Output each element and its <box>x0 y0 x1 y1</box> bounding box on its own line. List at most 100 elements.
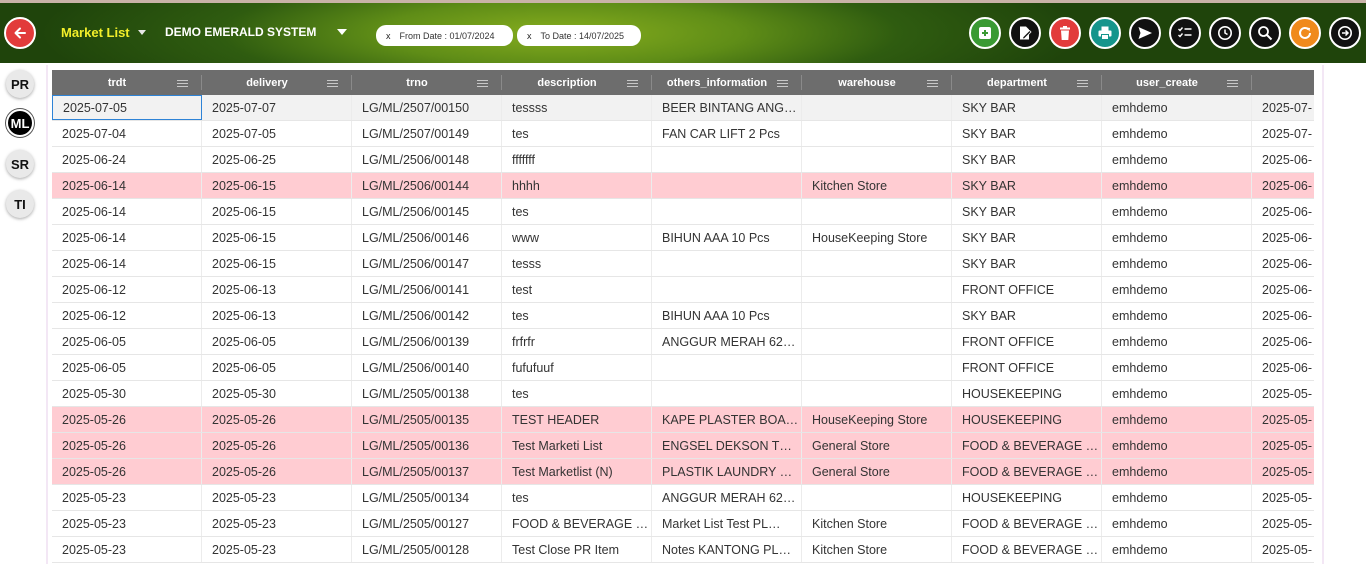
table-cell-delivery[interactable]: 2025-05-26 <box>202 459 352 484</box>
table-row[interactable]: 2025-06-05 2025-06-05 LG/ML/2506/00140 fufu… <box>52 355 1314 381</box>
table-cell-extra[interactable]: 2025-06- <box>1252 303 1314 328</box>
table-row[interactable]: 2025-05-26 2025-05-26 LG/ML/2505/00135 TEST… <box>52 407 1314 433</box>
table-cell-description[interactable]: Test Marketlist (N) <box>502 459 652 484</box>
table-cell-delivery[interactable]: 2025-06-05 <box>202 355 352 380</box>
table-cell-extra[interactable]: 2025-05- <box>1252 459 1314 484</box>
nav-ti[interactable]: TI <box>6 190 34 218</box>
table-cell-extra[interactable]: 2025-05- <box>1252 433 1314 458</box>
table-cell-others_information[interactable]: KAPE PLASTER BOA… <box>652 407 802 432</box>
column-menu-icon[interactable] <box>1077 80 1088 87</box>
table-cell-trno[interactable]: LG/ML/2505/00138 <box>352 381 502 406</box>
remove-filter-icon[interactable]: x <box>386 31 391 41</box>
table-cell-extra[interactable]: 2025-06- <box>1252 329 1314 354</box>
nav-ml[interactable]: ML <box>6 109 34 137</box>
table-cell-extra[interactable]: 2025-06- <box>1252 251 1314 276</box>
table-cell-warehouse[interactable]: General Store <box>802 459 952 484</box>
table-cell-department[interactable]: FOOD & BEVERAGE … <box>952 459 1102 484</box>
table-cell-delivery[interactable]: 2025-06-15 <box>202 225 352 250</box>
table-cell-warehouse[interactable]: HouseKeeping Store <box>802 407 952 432</box>
table-cell-trno[interactable]: LG/ML/2506/00147 <box>352 251 502 276</box>
table-cell-department[interactable]: FRONT OFFICE <box>952 277 1102 302</box>
table-row[interactable]: 2025-05-30 2025-05-30 LG/ML/2505/00138 tes H… <box>52 381 1314 407</box>
table-cell-others_information[interactable]: PLASTIK LAUNDRY … <box>652 459 802 484</box>
table-cell-department[interactable]: FOOD & BEVERAGE … <box>952 511 1102 536</box>
column-header-trno[interactable]: trno <box>352 70 502 95</box>
table-cell-trno[interactable]: LG/ML/2506/00145 <box>352 199 502 224</box>
table-cell-extra[interactable]: 2025-05- <box>1252 381 1314 406</box>
table-cell-others_information[interactable]: Market List Test PL… <box>652 511 802 536</box>
table-cell-trdt[interactable]: 2025-05-23 <box>52 485 202 510</box>
column-menu-icon[interactable] <box>927 80 938 87</box>
table-cell-user_create[interactable]: emhdemo <box>1102 433 1252 458</box>
table-cell-trdt[interactable]: 2025-06-14 <box>52 251 202 276</box>
table-row[interactable]: 2025-06-14 2025-06-15 LG/ML/2506/00145 tes S… <box>52 199 1314 225</box>
table-cell-delivery[interactable]: 2025-05-26 <box>202 407 352 432</box>
table-cell-trno[interactable]: LG/ML/2506/00139 <box>352 329 502 354</box>
table-cell-user_create[interactable]: emhdemo <box>1102 355 1252 380</box>
table-cell-description[interactable]: Test Marketi List <box>502 433 652 458</box>
table-cell-trno[interactable]: LG/ML/2505/00137 <box>352 459 502 484</box>
table-cell-extra[interactable]: 2025-05- <box>1252 511 1314 536</box>
table-cell-delivery[interactable]: 2025-06-15 <box>202 251 352 276</box>
table-cell-delivery[interactable]: 2025-05-26 <box>202 433 352 458</box>
table-cell-department[interactable]: HOUSEKEEPING <box>952 381 1102 406</box>
table-cell-others_information[interactable] <box>652 147 802 172</box>
table-cell-delivery[interactable]: 2025-06-13 <box>202 277 352 302</box>
table-cell-trno[interactable]: LG/ML/2506/00146 <box>352 225 502 250</box>
table-cell-extra[interactable]: 2025-06- <box>1252 199 1314 224</box>
table-row[interactable]: 2025-05-26 2025-05-26 LG/ML/2505/00136 Test… <box>52 433 1314 459</box>
table-cell-delivery[interactable]: 2025-05-23 <box>202 537 352 562</box>
table-row[interactable]: 2025-06-12 2025-06-13 LG/ML/2506/00142 tes B… <box>52 303 1314 329</box>
table-cell-department[interactable]: SKY BAR <box>952 303 1102 328</box>
table-cell-description[interactable]: www <box>502 225 652 250</box>
table-cell-trdt[interactable]: 2025-05-23 <box>52 537 202 562</box>
table-cell-warehouse[interactable]: Kitchen Store <box>802 511 952 536</box>
delete-button[interactable] <box>1049 17 1081 49</box>
table-cell-user_create[interactable]: emhdemo <box>1102 485 1252 510</box>
table-cell-trno[interactable]: LG/ML/2506/00142 <box>352 303 502 328</box>
column-header-department[interactable]: department <box>952 70 1102 95</box>
back-button[interactable] <box>4 17 36 49</box>
table-cell-delivery[interactable]: 2025-06-25 <box>202 147 352 172</box>
table-cell-description[interactable]: fffffff <box>502 147 652 172</box>
checklist-button[interactable] <box>1169 17 1201 49</box>
table-cell-department[interactable]: HOUSEKEEPING <box>952 485 1102 510</box>
table-cell-others_information[interactable] <box>652 251 802 276</box>
table-cell-warehouse[interactable]: Kitchen Store <box>802 173 952 198</box>
table-cell-department[interactable]: HOUSEKEEPING <box>952 407 1102 432</box>
table-cell-others_information[interactable] <box>652 355 802 380</box>
table-cell-others_information[interactable]: BIHUN AAA 10 Pcs <box>652 225 802 250</box>
remove-filter-icon[interactable]: x <box>527 31 532 41</box>
table-cell-user_create[interactable]: emhdemo <box>1102 537 1252 562</box>
table-cell-warehouse[interactable]: Kitchen Store <box>802 537 952 562</box>
table-cell-user_create[interactable]: emhdemo <box>1102 121 1252 146</box>
table-cell-user_create[interactable]: emhdemo <box>1102 225 1252 250</box>
table-cell-user_create[interactable]: emhdemo <box>1102 147 1252 172</box>
table-cell-delivery[interactable]: 2025-05-23 <box>202 511 352 536</box>
table-cell-trno[interactable]: LG/ML/2506/00141 <box>352 277 502 302</box>
table-cell-warehouse[interactable] <box>802 95 952 120</box>
column-menu-icon[interactable] <box>327 80 338 87</box>
table-cell-others_information[interactable]: ENGSEL DEKSON T… <box>652 433 802 458</box>
table-cell-trno[interactable]: LG/ML/2506/00144 <box>352 173 502 198</box>
table-cell-warehouse[interactable] <box>802 199 952 224</box>
add-button[interactable] <box>969 17 1001 49</box>
table-cell-description[interactable]: test <box>502 277 652 302</box>
system-selector[interactable]: DEMO EMERALD SYSTEM <box>165 25 347 39</box>
table-cell-trno[interactable]: LG/ML/2505/00134 <box>352 485 502 510</box>
table-cell-user_create[interactable]: emhdemo <box>1102 459 1252 484</box>
table-cell-trdt[interactable]: 2025-06-24 <box>52 147 202 172</box>
table-row[interactable]: 2025-05-23 2025-05-23 LG/ML/2505/00128 Test… <box>52 537 1314 563</box>
table-cell-others_information[interactable]: ANGGUR MERAH 62… <box>652 329 802 354</box>
table-cell-description[interactable]: fufufuuf <box>502 355 652 380</box>
table-cell-extra[interactable]: 2025-06- <box>1252 355 1314 380</box>
search-button[interactable] <box>1249 17 1281 49</box>
edit-button[interactable] <box>1009 17 1041 49</box>
table-cell-delivery[interactable]: 2025-05-23 <box>202 485 352 510</box>
table-cell-extra[interactable]: 2025-05- <box>1252 485 1314 510</box>
table-cell-trno[interactable]: LG/ML/2505/00135 <box>352 407 502 432</box>
table-cell-user_create[interactable]: emhdemo <box>1102 95 1252 120</box>
table-cell-trdt[interactable]: 2025-05-23 <box>52 511 202 536</box>
table-cell-trno[interactable]: LG/ML/2506/00148 <box>352 147 502 172</box>
column-menu-icon[interactable] <box>777 80 788 87</box>
